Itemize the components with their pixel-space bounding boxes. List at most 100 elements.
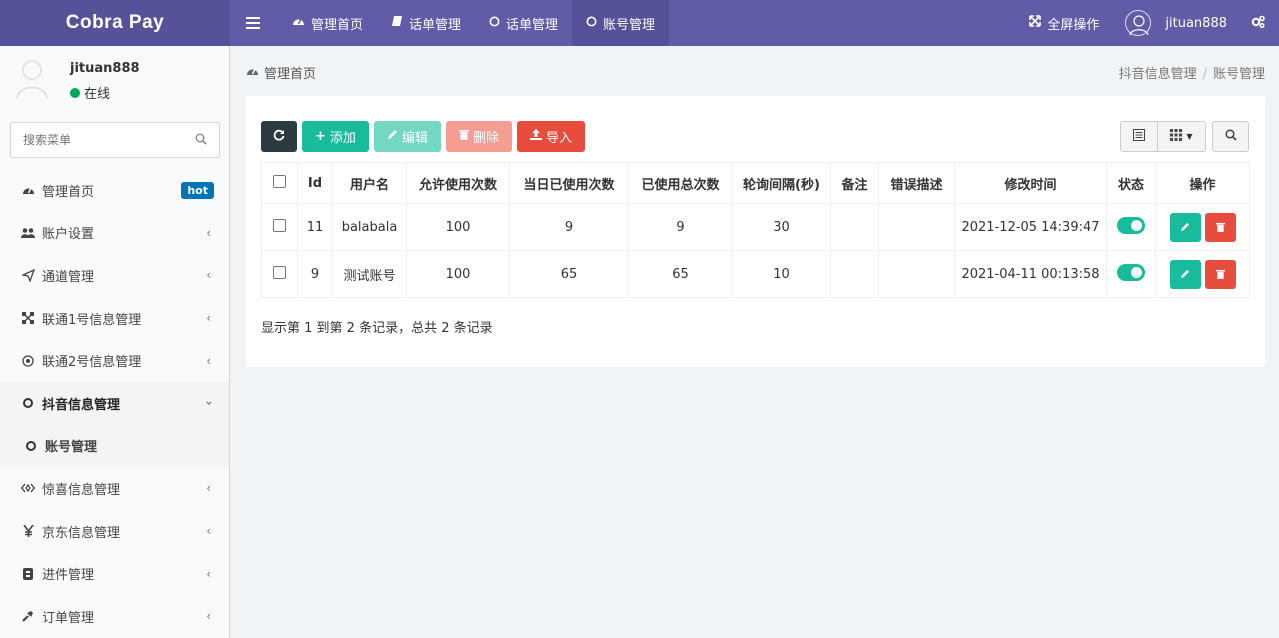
cell-interval: 30 <box>732 203 831 251</box>
sidebar-item-channel[interactable]: 通道管理 ‹ <box>0 254 229 297</box>
expand-icon <box>1029 15 1042 31</box>
sidebar-item-jd[interactable]: 京东信息管理 ‹ <box>0 510 229 553</box>
circle-icon <box>24 439 38 453</box>
sidebar-item-douyin[interactable]: 抖音信息管理 ‹ <box>0 381 229 425</box>
list-view-button[interactable] <box>1121 122 1157 151</box>
delete-button[interactable]: 删除 <box>445 121 512 152</box>
online-dot-icon <box>70 87 80 98</box>
import-button[interactable]: 导入 <box>516 121 585 152</box>
top-tabs: 管理首页 话单管理 话单管理 账号管理 <box>278 0 670 46</box>
add-button[interactable]: + 添加 <box>302 121 369 152</box>
add-label: 添加 <box>329 131 356 146</box>
col-header[interactable]: 当日已使用次数 <box>509 162 629 204</box>
breadcrumb-separator: / <box>1202 67 1207 82</box>
tab-label: 管理首页 <box>311 17 364 33</box>
cell-today: 9 <box>509 203 629 251</box>
breadcrumb-item: 账号管理 <box>1212 67 1265 82</box>
cell-actions <box>1155 203 1250 251</box>
columns-dropdown[interactable]: ▼ <box>1157 122 1205 151</box>
sidebar-item-unicom1[interactable]: 联通1号信息管理 ‹ <box>0 297 229 340</box>
sidebar-item-account-management[interactable]: 账号管理 <box>0 424 229 468</box>
settings-button[interactable] <box>1239 0 1279 46</box>
cell-total: 9 <box>628 203 733 251</box>
tab-dashboard[interactable]: 管理首页 <box>278 0 377 46</box>
row-checkbox[interactable] <box>273 218 286 232</box>
brand-logo[interactable]: Cobra Pay <box>0 0 230 46</box>
fullscreen-label: 全屏操作 <box>1047 17 1100 33</box>
sidebar-item-label: 订单管理 <box>42 610 95 626</box>
col-header[interactable]: 备注 <box>830 162 879 204</box>
cell-id: 9 <box>297 250 333 298</box>
cell-id: 11 <box>297 203 333 251</box>
col-header[interactable]: 轮询间隔(秒) <box>732 162 831 204</box>
cell-today: 65 <box>509 250 629 298</box>
select-all-checkbox[interactable] <box>273 174 286 188</box>
edit-label: 编辑 <box>401 131 428 146</box>
sidebar-item-label: 账户设置 <box>42 227 95 243</box>
toolbar: + 添加 编辑 删除 导入 <box>261 121 585 152</box>
row-delete-button[interactable] <box>1204 212 1236 242</box>
row-edit-button[interactable] <box>1169 212 1201 242</box>
table-tools: ▼ <box>1120 121 1249 152</box>
status-toggle[interactable] <box>1117 216 1145 234</box>
sidebar-item-orders[interactable]: 订单管理 ‹ <box>0 595 229 638</box>
sidebar-menu: 管理首页 hot 账户设置 ‹ 通道管理 ‹ 联通1号信息管理 ‹ 联通2号信息… <box>0 169 229 638</box>
user-panel: jituan888 在线 <box>0 46 229 108</box>
user-menu[interactable]: jituan888 <box>1111 0 1239 46</box>
upload-icon <box>529 129 542 144</box>
col-header[interactable]: 已使用总次数 <box>628 162 733 204</box>
sidebar-item-label: 账号管理 <box>45 440 98 456</box>
tab-call-records[interactable]: 话单管理 <box>377 0 475 46</box>
cell-actions <box>1155 250 1250 298</box>
cell-error <box>878 250 955 298</box>
row-select-cell <box>261 203 298 251</box>
breadcrumb-item[interactable]: 抖音信息管理 <box>1119 67 1197 82</box>
sidebar-item-label: 抖音信息管理 <box>42 397 121 413</box>
circle-icon <box>489 16 500 31</box>
table-search-button[interactable] <box>1212 121 1249 152</box>
chevron-left-icon: ‹ <box>206 609 211 624</box>
accounts-table: Id 用户名 允许使用次数 当日已使用次数 已使用总次数 轮询间隔(秒) 备注 … <box>261 162 1250 298</box>
refresh-button[interactable] <box>261 121 297 152</box>
sidebar-item-surprise[interactable]: 惊喜信息管理 ‹ <box>0 467 229 510</box>
dashboard-icon <box>292 15 305 31</box>
col-header[interactable]: 允许使用次数 <box>406 162 510 204</box>
fullscreen-button[interactable]: 全屏操作 <box>1017 0 1111 46</box>
search-icon[interactable] <box>195 133 207 149</box>
cell-remark <box>830 250 879 298</box>
sidebar-item-unicom2[interactable]: 联通2号信息管理 ‹ <box>0 339 229 382</box>
col-header[interactable]: 状态 <box>1106 162 1156 204</box>
list-icon <box>1133 128 1145 145</box>
col-header[interactable]: Id <box>297 162 333 204</box>
search-input[interactable] <box>11 123 181 157</box>
cell-username: balabala <box>332 203 407 251</box>
chevron-down-icon: ‹ <box>201 400 216 406</box>
row-edit-button[interactable] <box>1169 259 1201 289</box>
sidebar-search <box>10 122 220 158</box>
page-title: 管理首页 <box>246 63 316 82</box>
sidebar-toggle-icon[interactable] <box>240 0 266 46</box>
chevron-left-icon: ‹ <box>206 311 211 326</box>
edit-button[interactable]: 编辑 <box>373 121 441 152</box>
col-header[interactable]: 错误描述 <box>878 162 955 204</box>
sidebar-item-onboarding[interactable]: 进件管理 ‹ <box>0 552 229 595</box>
tab-account-management[interactable]: 账号管理 <box>572 0 670 46</box>
sidebar-item-account-settings[interactable]: 账户设置 ‹ <box>0 212 229 255</box>
table-header-row: Id 用户名 允许使用次数 当日已使用次数 已使用总次数 轮询间隔(秒) 备注 … <box>261 162 1250 204</box>
sidebar-item-label: 进件管理 <box>42 568 95 584</box>
circle-icon <box>586 16 597 31</box>
tab-label: 账号管理 <box>603 17 656 33</box>
col-header[interactable]: 修改时间 <box>954 162 1107 204</box>
status-toggle[interactable] <box>1117 263 1145 281</box>
cell-status <box>1106 203 1156 251</box>
row-delete-button[interactable] <box>1204 259 1236 289</box>
cell-allowed: 100 <box>406 250 510 298</box>
col-header[interactable]: 用户名 <box>332 162 407 204</box>
row-checkbox[interactable] <box>273 265 286 279</box>
caret-down-icon: ▼ <box>1186 132 1193 141</box>
hot-badge: hot <box>181 182 214 199</box>
sidebar-item-label: 京东信息管理 <box>42 525 121 541</box>
sidebar-item-dashboard[interactable]: 管理首页 hot <box>0 169 229 212</box>
tab-call-records-2[interactable]: 话单管理 <box>475 0 572 46</box>
breadcrumb: 抖音信息管理 / 账号管理 <box>1119 63 1265 82</box>
